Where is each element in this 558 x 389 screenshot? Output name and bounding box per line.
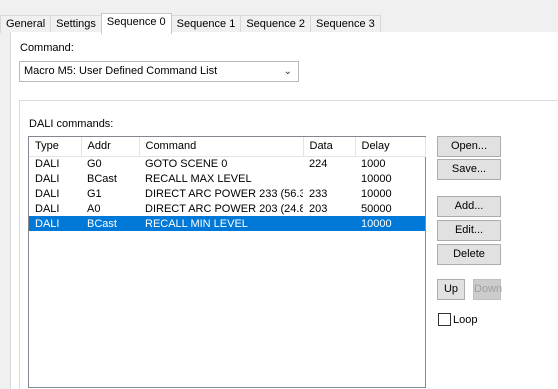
cell-type: DALI [35,187,60,200]
loop-label: Loop [453,313,478,326]
edit-button[interactable]: Edit... [437,220,501,241]
cell-data [303,171,355,186]
cell-command: DIRECT ARC POWER 203 (24.85%) [145,202,303,215]
command-dropdown-value: Macro M5: User Defined Command List [24,65,218,77]
table-row[interactable]: DALI G1 DIRECT ARC POWER 233 (56.36%) 23… [29,186,425,201]
dali-commands-label: DALI commands: [29,118,114,130]
cell-type: DALI [35,172,60,185]
cell-delay: 10000 [355,216,425,231]
table-row[interactable]: DALI A0 DIRECT ARC POWER 203 (24.85%) 20… [29,201,425,216]
cell-addr: G1 [87,187,102,200]
cell-delay: 1000 [361,157,386,170]
move-down-button: Down [473,279,502,300]
tab-sequence-2[interactable]: Sequence 2 [240,15,312,33]
column-header-type[interactable]: Type [29,137,82,157]
cell-addr: G0 [87,157,102,170]
cell-data: 203 [309,202,328,215]
chevron-down-icon: ⌄ [283,66,292,77]
table-row[interactable]: DALI BCast RECALL MAX LEVEL 10000 [29,171,425,186]
open-button[interactable]: Open... [437,136,501,157]
tab-sequence-3[interactable]: Sequence 3 [310,15,381,33]
column-header-delay[interactable]: Delay [355,137,426,157]
cell-command: RECALL MAX LEVEL [145,172,252,185]
loop-option[interactable]: Loop [438,313,477,326]
loop-checkbox[interactable] [438,313,451,326]
column-header-command[interactable]: Command [139,137,304,157]
tab-general[interactable]: General [0,15,52,33]
tab-sequence-0[interactable]: Sequence 0 [100,13,172,34]
cell-command: RECALL MIN LEVEL [139,216,303,231]
command-label: Command: [20,42,74,54]
cell-data: 233 [309,187,328,200]
cell-type: DALI [35,202,60,215]
cell-type: DALI [35,157,60,170]
table-row-selected[interactable]: DALI BCast RECALL MIN LEVEL 10000 [29,216,425,231]
tab-settings[interactable]: Settings [50,15,102,33]
cell-data [303,216,355,231]
cell-addr: BCast [87,172,117,185]
delete-button[interactable]: Delete [437,244,501,265]
cell-delay: 10000 [361,172,392,185]
column-header-addr[interactable]: Addr [81,137,140,157]
cell-command: GOTO SCENE 0 [145,157,228,170]
cell-delay: 50000 [361,202,392,215]
table-row[interactable]: DALI G0 GOTO SCENE 0 224 1000 [29,156,425,171]
cell-addr: A0 [87,202,101,215]
cell-type: DALI [29,216,81,231]
cell-delay: 10000 [361,187,392,200]
dali-command-list[interactable]: Type Addr Command Data Delay DALI G0 GOT… [28,136,426,388]
cell-data: 224 [309,157,328,170]
cell-addr: BCast [81,216,139,231]
move-up-button[interactable]: Up [437,279,465,300]
add-button[interactable]: Add... [437,196,501,217]
cell-command: DIRECT ARC POWER 233 (56.36%) [145,187,303,200]
tab-strip: General Settings Sequence 0 Sequence 1 S… [0,13,381,34]
column-header-data[interactable]: Data [303,137,356,157]
save-button[interactable]: Save... [437,159,501,180]
command-dropdown[interactable]: Macro M5: User Defined Command List ⌄ [19,61,299,82]
tab-sequence-1[interactable]: Sequence 1 [170,15,242,33]
